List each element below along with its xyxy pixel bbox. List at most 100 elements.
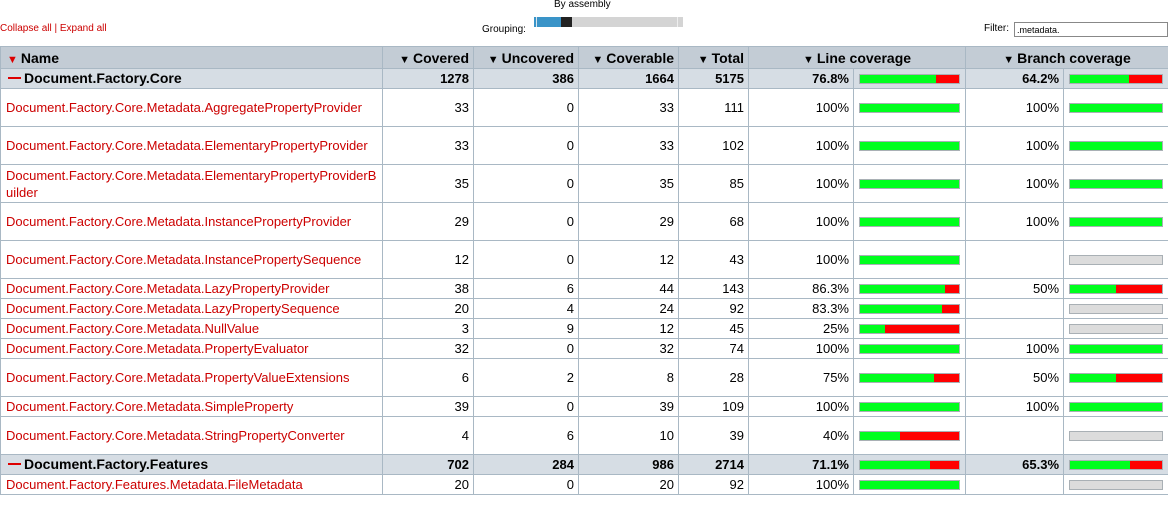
slider-fill	[534, 17, 561, 27]
class-link[interactable]: Document.Factory.Core.Metadata.PropertyE…	[6, 341, 309, 356]
covered-value: 33	[382, 126, 474, 165]
class-name-cell: Document.Factory.Core.Metadata.Elementar…	[0, 126, 383, 165]
class-link[interactable]: Document.Factory.Core.Metadata.InstanceP…	[6, 214, 351, 229]
line-coverage-bar-cell	[852, 240, 967, 279]
class-link[interactable]: Document.Factory.Core.Metadata.NullValue	[6, 321, 259, 336]
class-name-cell: Document.Factory.Core.Metadata.StringPro…	[0, 416, 383, 455]
line-coverage-bar	[859, 479, 961, 490]
line-coverage-bar-cell	[852, 338, 967, 359]
header-row: ▼ Name ▼ Covered ▼ Uncovered ▼ Coverable ▼ To…	[0, 46, 1168, 69]
class-link[interactable]: Document.Factory.Core.Metadata.LazyPrope…	[6, 281, 329, 296]
toggle-links: Collapse all | Expand all	[0, 23, 107, 34]
branch-coverage-bar	[1069, 102, 1164, 113]
total-value: 39	[678, 416, 749, 455]
uncovered-value: 6	[473, 278, 579, 299]
expand-all-link[interactable]: Expand all	[60, 23, 107, 34]
covered-segment	[1070, 460, 1131, 469]
assembly-name: Document.Factory.Core	[24, 70, 182, 86]
column-header-uncovered[interactable]: ▼ Uncovered	[473, 46, 579, 69]
line-coverage-value: 100%	[748, 240, 854, 279]
covered-segment	[860, 373, 935, 382]
covered-segment	[860, 402, 960, 411]
uncovered-segment	[934, 373, 959, 382]
uncovered-value: 9	[473, 318, 579, 339]
total-value: 92	[678, 474, 749, 495]
class-link[interactable]: Document.Factory.Core.Metadata.PropertyV…	[6, 370, 349, 385]
line-coverage-bar	[859, 73, 961, 84]
sort-icon: ▼	[399, 53, 410, 66]
uncovered-segment	[930, 460, 959, 469]
branch-coverage-value: 65.3%	[965, 454, 1065, 475]
sort-icon: ▼	[1003, 53, 1015, 66]
line-coverage-bar-cell	[852, 298, 967, 319]
uncovered-value: 4	[473, 298, 579, 319]
uncovered-value: 0	[473, 202, 579, 241]
line-coverage-bar-cell	[852, 454, 967, 475]
column-header-covered[interactable]: ▼ Covered	[382, 46, 474, 69]
covered-segment	[1070, 373, 1117, 382]
grouping-label: Grouping:	[482, 24, 526, 35]
assembly-group-row[interactable]: Document.Factory.Features 702 284 986 2714 71…	[0, 454, 1168, 475]
covered-segment	[860, 304, 943, 313]
uncovered-value: 0	[473, 164, 579, 203]
class-link[interactable]: Document.Factory.Core.Metadata.LazyPrope…	[6, 301, 340, 316]
covered-segment	[860, 74, 937, 83]
class-name-cell: Document.Factory.Features.Metadata.FileM…	[0, 474, 383, 495]
class-link[interactable]: Document.Factory.Features.Metadata.FileM…	[6, 477, 303, 492]
class-link[interactable]: Document.Factory.Core.Metadata.SimplePro…	[6, 399, 293, 414]
slider-handle[interactable]	[561, 17, 572, 27]
coverable-value: 24	[578, 298, 679, 319]
covered-value: 702	[382, 454, 474, 475]
table-body: Document.Factory.Core 1278 386 1664 5175 76.8…	[0, 68, 1168, 495]
total-value: 68	[678, 202, 749, 241]
filter-input[interactable]	[1014, 22, 1168, 37]
coverage-table: ▼ Name ▼ Covered ▼ Uncovered ▼ Coverable ▼ To…	[0, 46, 1168, 495]
coverable-value: 12	[578, 318, 679, 339]
assembly-name-cell[interactable]: Document.Factory.Features	[0, 454, 383, 475]
covered-segment	[1070, 74, 1130, 83]
branch-coverage-value: 100%	[965, 396, 1065, 417]
class-name-cell: Document.Factory.Core.Metadata.PropertyV…	[0, 358, 383, 397]
branch-coverage-bar-cell	[1063, 88, 1168, 127]
line-coverage-value: 100%	[748, 396, 854, 417]
line-coverage-value: 40%	[748, 416, 854, 455]
column-header-line-coverage[interactable]: ▼ Line coverage	[747, 46, 967, 69]
column-header-total[interactable]: ▼ Total	[678, 46, 749, 69]
collapse-minus-icon[interactable]	[8, 77, 21, 80]
collapse-minus-icon[interactable]	[8, 463, 21, 466]
class-link[interactable]: Document.Factory.Core.Metadata.StringPro…	[6, 428, 345, 443]
column-header-branch-coverage[interactable]: ▼ Branch coverage	[965, 46, 1168, 69]
coverable-value: 12	[578, 240, 679, 279]
assembly-name-cell[interactable]: Document.Factory.Core	[0, 68, 383, 89]
branch-coverage-bar	[1069, 140, 1164, 151]
uncovered-segment	[1130, 460, 1162, 469]
uncovered-segment	[945, 284, 959, 293]
column-header-name[interactable]: ▼ Name	[0, 46, 383, 69]
collapse-all-link[interactable]: Collapse all	[0, 23, 52, 34]
coverable-value: 33	[578, 88, 679, 127]
line-coverage-value: 86.3%	[748, 278, 854, 299]
class-link[interactable]: Document.Factory.Core.Metadata.InstanceP…	[6, 252, 361, 267]
class-name-cell: Document.Factory.Core.Metadata.PropertyE…	[0, 338, 383, 359]
uncovered-segment	[884, 324, 959, 333]
covered-value: 32	[382, 338, 474, 359]
branch-coverage-bar	[1069, 372, 1164, 383]
assembly-group-row[interactable]: Document.Factory.Core 1278 386 1664 5175 76.8…	[0, 68, 1168, 89]
class-link[interactable]: Document.Factory.Core.Metadata.Aggregate…	[6, 100, 362, 115]
covered-segment	[1070, 103, 1163, 112]
class-row: Document.Factory.Core.Metadata.Elementar…	[0, 164, 1168, 203]
uncovered-segment	[1129, 74, 1162, 83]
covered-segment	[1070, 402, 1163, 411]
line-coverage-bar	[859, 343, 961, 354]
class-link[interactable]: Document.Factory.Core.Metadata.Elementar…	[6, 168, 376, 200]
line-coverage-value: 100%	[748, 202, 854, 241]
covered-segment	[860, 284, 946, 293]
class-name-cell: Document.Factory.Core.Metadata.LazyPrope…	[0, 278, 383, 299]
grouping-slider[interactable]	[534, 17, 683, 27]
sort-desc-icon: ▼	[7, 53, 18, 66]
line-coverage-bar	[859, 254, 961, 265]
line-coverage-value: 100%	[748, 338, 854, 359]
class-link[interactable]: Document.Factory.Core.Metadata.Elementar…	[6, 138, 368, 153]
branch-coverage-bar-cell	[1063, 416, 1168, 455]
column-header-coverable[interactable]: ▼ Coverable	[578, 46, 679, 69]
